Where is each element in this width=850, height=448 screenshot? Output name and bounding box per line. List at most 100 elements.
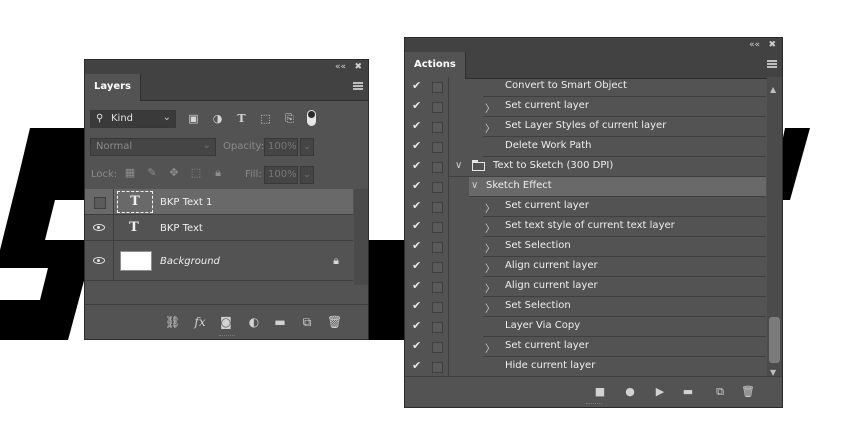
action-row[interactable]: ✔ Delete Work Path [405, 137, 766, 157]
panel-menu-icon[interactable] [353, 82, 363, 90]
chevron-right-icon[interactable]: 〉 [485, 300, 495, 315]
checkmark-icon[interactable]: ✔ [412, 200, 423, 212]
pixel-filter-icon[interactable]: ▣ [187, 112, 200, 125]
action-row[interactable]: ✔ 〉 Set current layer [405, 97, 766, 117]
link-icon[interactable]: ⛓ [165, 315, 180, 329]
action-row[interactable]: ✔ Convert to Smart Object [405, 77, 766, 97]
action-row[interactable]: ✔ Hide current layer [405, 357, 766, 377]
action-row[interactable]: ✔ ∨ Sketch Effect [405, 177, 766, 197]
chevron-down-icon[interactable]: ∨ [471, 180, 478, 191]
dialog-toggle-box[interactable] [432, 242, 443, 253]
stop-icon[interactable]: ■ [593, 385, 607, 399]
dialog-toggle-box[interactable] [432, 142, 443, 153]
chevron-right-icon[interactable]: 〉 [485, 220, 495, 235]
chevron-right-icon[interactable]: 〉 [485, 260, 495, 275]
checkmark-icon[interactable]: ✔ [412, 280, 423, 292]
action-row[interactable]: ✔ 〉 Set Selection [405, 297, 766, 317]
type-filter-icon[interactable]: T [235, 112, 248, 125]
chevron-right-icon[interactable]: 〉 [485, 200, 495, 215]
new-layer-icon[interactable]: ⧉ [300, 315, 314, 329]
lock-artboard-icon[interactable]: ⬚ [190, 167, 202, 179]
lock-position-icon[interactable]: ✥ [168, 167, 180, 179]
dialog-toggle-box[interactable] [432, 82, 443, 93]
dialog-toggle-box[interactable] [432, 282, 443, 293]
folder-icon[interactable]: ▬ [273, 315, 287, 329]
mask-icon[interactable]: ◙ [219, 315, 233, 329]
checkmark-icon[interactable]: ✔ [412, 160, 423, 172]
scrollbar-thumb[interactable] [769, 317, 780, 363]
action-row[interactable]: ✔ ∨ Text to Sketch (300 DPI) [405, 157, 766, 177]
adjustment-icon[interactable]: ◐ [247, 315, 261, 329]
layer-list-scrollbar[interactable] [354, 189, 368, 285]
blend-mode-dropdown[interactable]: Normal ⌄ [90, 138, 216, 156]
opacity-input[interactable]: 100% [264, 138, 298, 156]
fill-input[interactable]: 100% [264, 166, 298, 184]
layer-name[interactable]: BKP Text 1 [160, 197, 212, 208]
visibility-toggle[interactable] [94, 197, 106, 209]
kind-filter-dropdown[interactable]: ⚲ Kind ⌄ [90, 110, 176, 128]
action-row[interactable]: ✔ 〉 Set current layer [405, 197, 766, 217]
dialog-toggle-box[interactable] [432, 102, 443, 113]
dialog-toggle-box[interactable] [432, 202, 443, 213]
new-action-icon[interactable]: ⧉ [713, 385, 727, 399]
collapse-icon[interactable]: «« [335, 61, 346, 73]
action-row[interactable]: ✔ 〉 Set current layer [405, 337, 766, 357]
eye-icon[interactable] [93, 257, 105, 264]
checkmark-icon[interactable]: ✔ [412, 240, 423, 252]
checkmark-icon[interactable]: ✔ [412, 260, 423, 272]
action-row[interactable]: ✔ 〉 Align current layer [405, 257, 766, 277]
dialog-toggle-box[interactable] [432, 162, 443, 173]
filter-toggle[interactable] [307, 110, 316, 126]
checkmark-icon[interactable]: ✔ [412, 120, 423, 132]
eye-icon[interactable] [93, 224, 105, 231]
checkmark-icon[interactable]: ✔ [412, 140, 423, 152]
layer-row-bkp-text[interactable]: T BKP Text [85, 215, 353, 241]
tab-actions[interactable]: Actions [405, 52, 466, 79]
folder-icon[interactable]: ▬ [681, 385, 695, 399]
lock-image-icon[interactable]: ✎ [146, 167, 158, 179]
dialog-toggle-box[interactable] [432, 222, 443, 233]
checkmark-icon[interactable]: ✔ [412, 80, 423, 92]
chevron-right-icon[interactable]: 〉 [485, 280, 495, 295]
dialog-toggle-box[interactable] [432, 182, 443, 193]
chevron-right-icon[interactable]: 〉 [485, 340, 495, 355]
lock-all-icon[interactable]: 🔒︎ [212, 167, 224, 179]
checkmark-icon[interactable]: ✔ [412, 320, 423, 332]
actions-scrollbar[interactable]: ▲ ▼ [767, 77, 782, 379]
shape-filter-icon[interactable]: ⬚ [259, 112, 272, 125]
chevron-right-icon[interactable]: 〉 [485, 120, 495, 135]
chevron-right-icon[interactable]: 〉 [485, 240, 495, 255]
resize-grip[interactable] [218, 335, 235, 338]
dialog-toggle-box[interactable] [432, 362, 443, 373]
layer-row-background[interactable]: Background 🔒︎ [85, 241, 353, 281]
dialog-toggle-box[interactable] [432, 302, 443, 313]
tab-layers[interactable]: Layers [85, 74, 141, 101]
scroll-up-icon[interactable]: ▲ [770, 85, 776, 94]
action-row[interactable]: ✔ 〉 Set Layer Styles of current layer [405, 117, 766, 137]
trash-icon[interactable]: 🗑︎ [741, 385, 755, 399]
checkmark-icon[interactable]: ✔ [412, 220, 423, 232]
chevron-down-icon[interactable]: ⌄ [300, 166, 314, 184]
layer-name[interactable]: Background [160, 256, 220, 267]
layer-row-bkp-text-1[interactable]: T BKP Text 1 [85, 189, 353, 215]
resize-grip[interactable] [585, 403, 602, 406]
chevron-down-icon[interactable]: ∨ [455, 160, 462, 171]
chevron-down-icon[interactable]: ⌄ [300, 138, 314, 156]
dialog-toggle-box[interactable] [432, 342, 443, 353]
record-icon[interactable]: ● [623, 385, 637, 399]
checkmark-icon[interactable]: ✔ [412, 180, 423, 192]
smart-object-filter-icon[interactable]: ⎘ [283, 112, 296, 125]
fx-icon[interactable]: fx [193, 315, 207, 329]
play-icon[interactable]: ▶ [653, 385, 667, 399]
dialog-toggle-box[interactable] [432, 322, 443, 333]
collapse-icon[interactable]: «« [749, 39, 760, 51]
dialog-toggle-box[interactable] [432, 262, 443, 273]
action-row[interactable]: ✔ 〉 Set text style of current text layer [405, 217, 766, 237]
layer-name[interactable]: BKP Text [160, 223, 203, 234]
chevron-right-icon[interactable]: 〉 [485, 100, 495, 115]
trash-icon[interactable]: 🗑︎ [327, 315, 342, 329]
dialog-toggle-box[interactable] [432, 122, 443, 133]
lock-transparent-icon[interactable]: ▦ [124, 167, 136, 179]
action-row[interactable]: ✔ Layer Via Copy [405, 317, 766, 337]
adjustment-filter-icon[interactable]: ◑ [211, 112, 224, 125]
